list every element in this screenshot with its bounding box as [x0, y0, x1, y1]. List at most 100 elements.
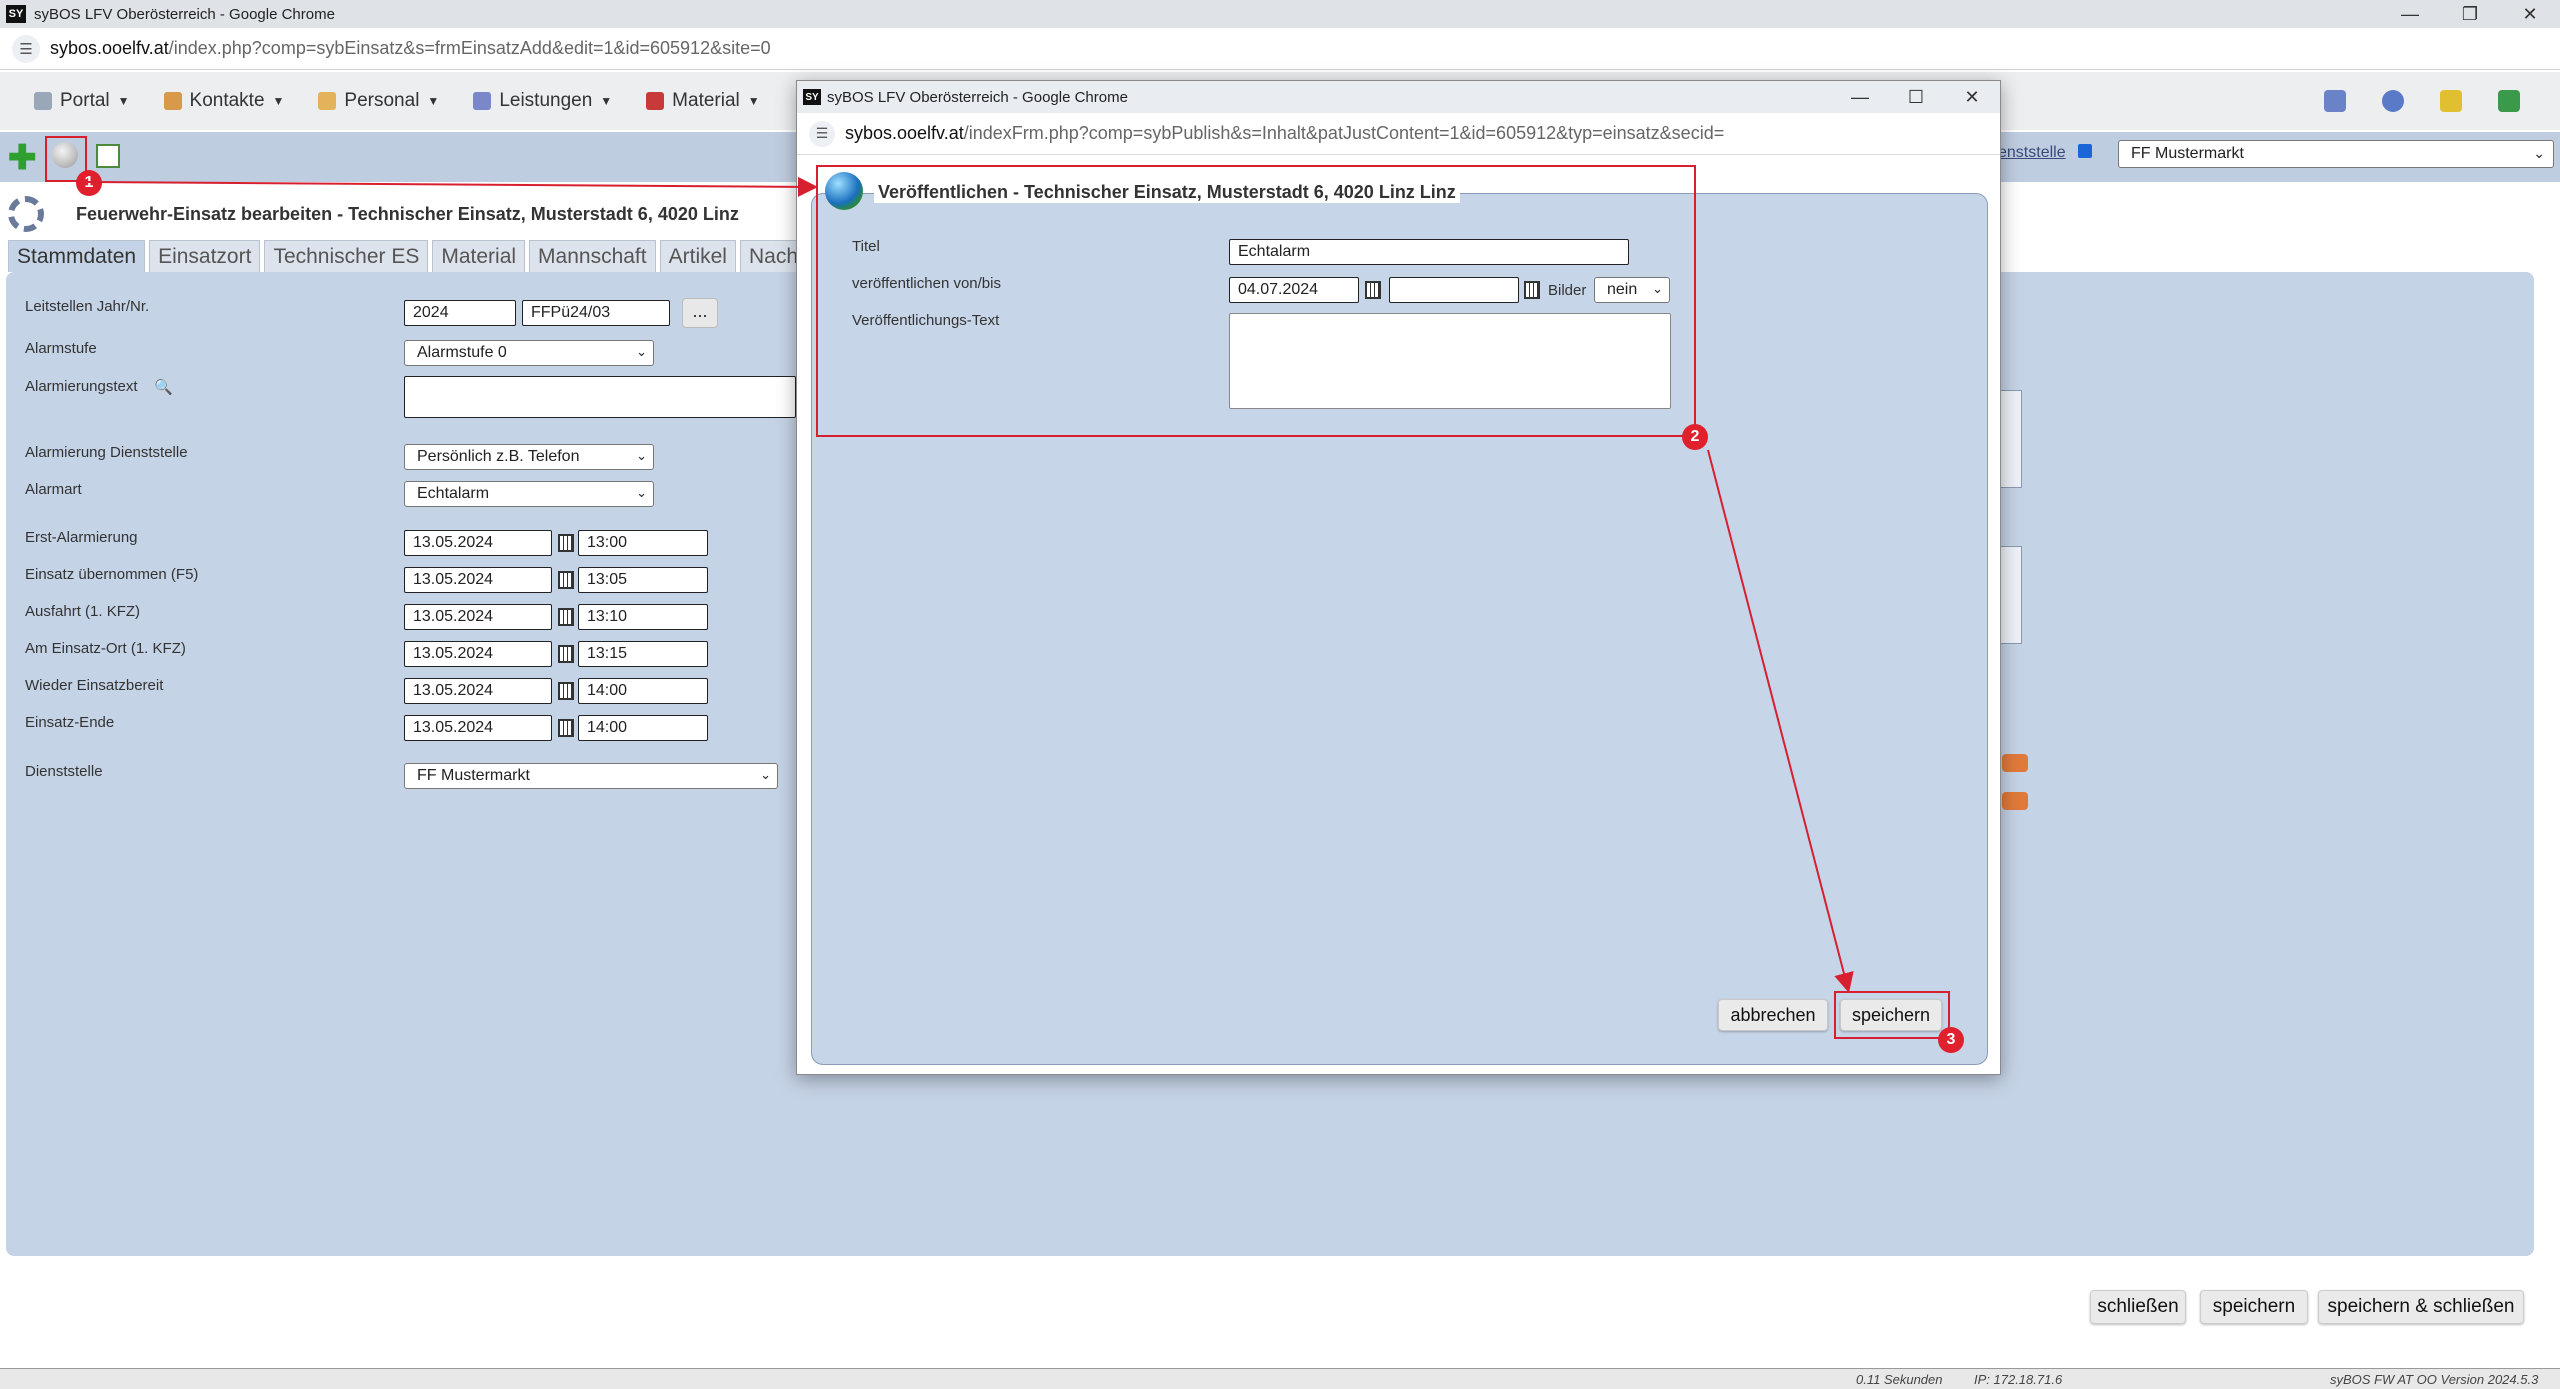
chevron-down-icon: ⌄ [636, 448, 647, 463]
calendar-icon[interactable] [558, 571, 574, 589]
chevron-down-icon: ⌄ [636, 485, 647, 500]
alarmart-label: Alarmart [25, 481, 82, 498]
site-info-icon[interactable]: ☰ [809, 120, 835, 147]
render-time: 0.11 Sekunden [1856, 1372, 1943, 1387]
leitstellen-year-input[interactable]: 2024 [404, 300, 516, 326]
caret-down-icon: ▼ [272, 94, 285, 108]
calendar-icon[interactable] [558, 645, 574, 663]
dienststelle-select[interactable]: FF Mustermarkt ⌄ [2118, 140, 2554, 168]
annotation-box-3 [1834, 991, 1950, 1039]
annotation-badge-3: 3 [1938, 1027, 1964, 1053]
address-bar[interactable]: ☰ sybos.ooelfv.at /index.php?comp=sybEin… [0, 28, 2560, 70]
time-row-time-input[interactable]: 13:10 [578, 604, 708, 630]
save-and-close-button[interactable]: speichern & schließen [2318, 1290, 2524, 1324]
nav-label: Material [672, 90, 740, 111]
alarmstufe-value: Alarmstufe 0 [417, 344, 507, 361]
calendar-icon[interactable] [558, 534, 574, 552]
calendar-icon[interactable] [558, 682, 574, 700]
nav-label: Portal [60, 90, 110, 111]
time-row-label: Einsatz-Ende [25, 714, 115, 731]
alarmstufe-label: Alarmstufe [25, 340, 97, 357]
alarmstufe-select[interactable]: Alarmstufe 0 ⌄ [404, 340, 654, 366]
url-path: /index.php?comp=sybEinsatz&s=frmEinsatzA… [168, 38, 771, 58]
logout-icon[interactable] [2498, 90, 2520, 112]
tab-einsatzort[interactable]: Einsatzort [149, 240, 261, 272]
calendar-icon[interactable] [558, 608, 574, 626]
minimize-icon[interactable]: — [2380, 0, 2440, 28]
popup-address-bar[interactable]: ☰ sybos.ooelfv.at /indexFrm.php?comp=syb… [797, 113, 2000, 155]
alarmierung-ds-value: Persönlich z.B. Telefon [417, 448, 580, 465]
dienststelle-link[interactable]: enststelle [1998, 144, 2066, 162]
tab-mannschaft[interactable]: Mannschaft [529, 240, 656, 272]
time-row-date-input[interactable]: 13.05.2024 [404, 530, 552, 556]
nav-tools [2288, 90, 2520, 112]
nav-kontakte[interactable]: Kontakte ▼ [163, 90, 285, 112]
nav-leistungen[interactable]: Leistungen ▼ [473, 90, 612, 112]
window-title: syBOS LFV Oberösterreich - Google Chrome [34, 5, 335, 23]
add-icon[interactable]: ✚ [8, 141, 37, 175]
time-row-label: Wieder Einsatzbereit [25, 677, 164, 694]
people-icon[interactable] [2002, 754, 2028, 772]
close-icon[interactable]: ✕ [1944, 81, 2000, 113]
nav-label: Leistungen [499, 90, 593, 111]
tab-bar: Stammdaten Einsatzort Technischer ES Mat… [8, 240, 823, 272]
tab-stammdaten[interactable]: Stammdaten [8, 240, 146, 272]
chevron-down-icon: ⌄ [760, 767, 771, 782]
time-row-date-input[interactable]: 13.05.2024 [404, 715, 552, 741]
time-row-date-input[interactable]: 13.05.2024 [404, 678, 552, 704]
tab-material[interactable]: Material [432, 240, 526, 272]
save-button[interactable]: speichern [2200, 1290, 2308, 1324]
close-button[interactable]: schließen [2090, 1290, 2186, 1324]
dienststelle-form-select[interactable]: FF Mustermarkt ⌄ [404, 763, 778, 789]
time-row-label: Erst-Alarmierung [25, 529, 138, 546]
nav-personal[interactable]: Personal ▼ [318, 90, 439, 112]
alarmierung-ds-select[interactable]: Persönlich z.B. Telefon ⌄ [404, 444, 654, 470]
popup-url-path: /indexFrm.php?comp=sybPublish&s=Inhalt&p… [963, 123, 1725, 143]
tab-artikel[interactable]: Artikel [659, 240, 736, 272]
person-icon [318, 92, 337, 110]
time-row-time-input[interactable]: 13:00 [578, 530, 708, 556]
site-info-icon[interactable]: ☰ [12, 34, 40, 63]
people-icon[interactable] [2002, 792, 2028, 810]
time-row-date-input[interactable]: 13.05.2024 [404, 641, 552, 667]
alarmierungstext-input[interactable] [404, 376, 796, 418]
time-row-date-input[interactable]: 13.05.2024 [404, 604, 552, 630]
annotation-badge-2: 2 [1682, 424, 1708, 450]
sybos-app-icon: SY [803, 89, 821, 105]
maximize-icon[interactable]: ☐ [1888, 81, 1944, 113]
time-row-date-input[interactable]: 13.05.2024 [404, 567, 552, 593]
tab-technischer-es[interactable]: Technischer ES [264, 240, 429, 272]
search-icon[interactable]: 🔍 [154, 378, 173, 396]
dienststelle-form-value: FF Mustermarkt [417, 767, 530, 784]
leitstellen-lookup-button[interactable]: ... [682, 298, 718, 328]
chevron-down-icon: ⌄ [636, 344, 647, 359]
time-row-label: Am Einsatz-Ort (1. KFZ) [25, 640, 186, 657]
alarmart-select[interactable]: Echtalarm ⌄ [404, 481, 654, 507]
help-icon[interactable] [2382, 90, 2404, 112]
contacts-icon [163, 92, 182, 110]
calendar-icon[interactable] [558, 719, 574, 737]
cancel-button[interactable]: abbrechen [1718, 999, 1828, 1031]
time-row-time-input[interactable]: 13:05 [578, 567, 708, 593]
nav-portal[interactable]: Portal ▼ [34, 90, 130, 112]
close-icon[interactable]: ✕ [2500, 0, 2560, 28]
minimize-icon[interactable]: — [1832, 81, 1888, 113]
restore-icon[interactable]: ❐ [2440, 0, 2500, 28]
dienststelle-checkbox[interactable] [2078, 144, 2092, 158]
caret-down-icon: ▼ [747, 94, 760, 108]
leitstellen-nr-input[interactable]: FFPü24/03 [522, 300, 670, 326]
edit-note-icon[interactable] [96, 144, 120, 168]
time-row-time-input[interactable]: 14:00 [578, 678, 708, 704]
time-row-time-input[interactable]: 14:00 [578, 715, 708, 741]
caret-down-icon: ▼ [600, 94, 613, 108]
notebook-icon[interactable] [2440, 90, 2462, 112]
annotation-box-2 [816, 165, 1696, 437]
caret-down-icon: ▼ [117, 94, 130, 108]
nav-material[interactable]: Material ▼ [646, 90, 760, 112]
alarmierung-ds-label: Alarmierung Dienststelle [25, 444, 188, 461]
leitstellen-label: Leitstellen Jahr/Nr. [25, 298, 150, 315]
time-row-time-input[interactable]: 13:15 [578, 641, 708, 667]
ip-address: IP: 172.18.71.6 [1974, 1372, 2063, 1387]
alarmart-value: Echtalarm [417, 485, 490, 502]
user-switch-icon[interactable] [2324, 90, 2346, 112]
